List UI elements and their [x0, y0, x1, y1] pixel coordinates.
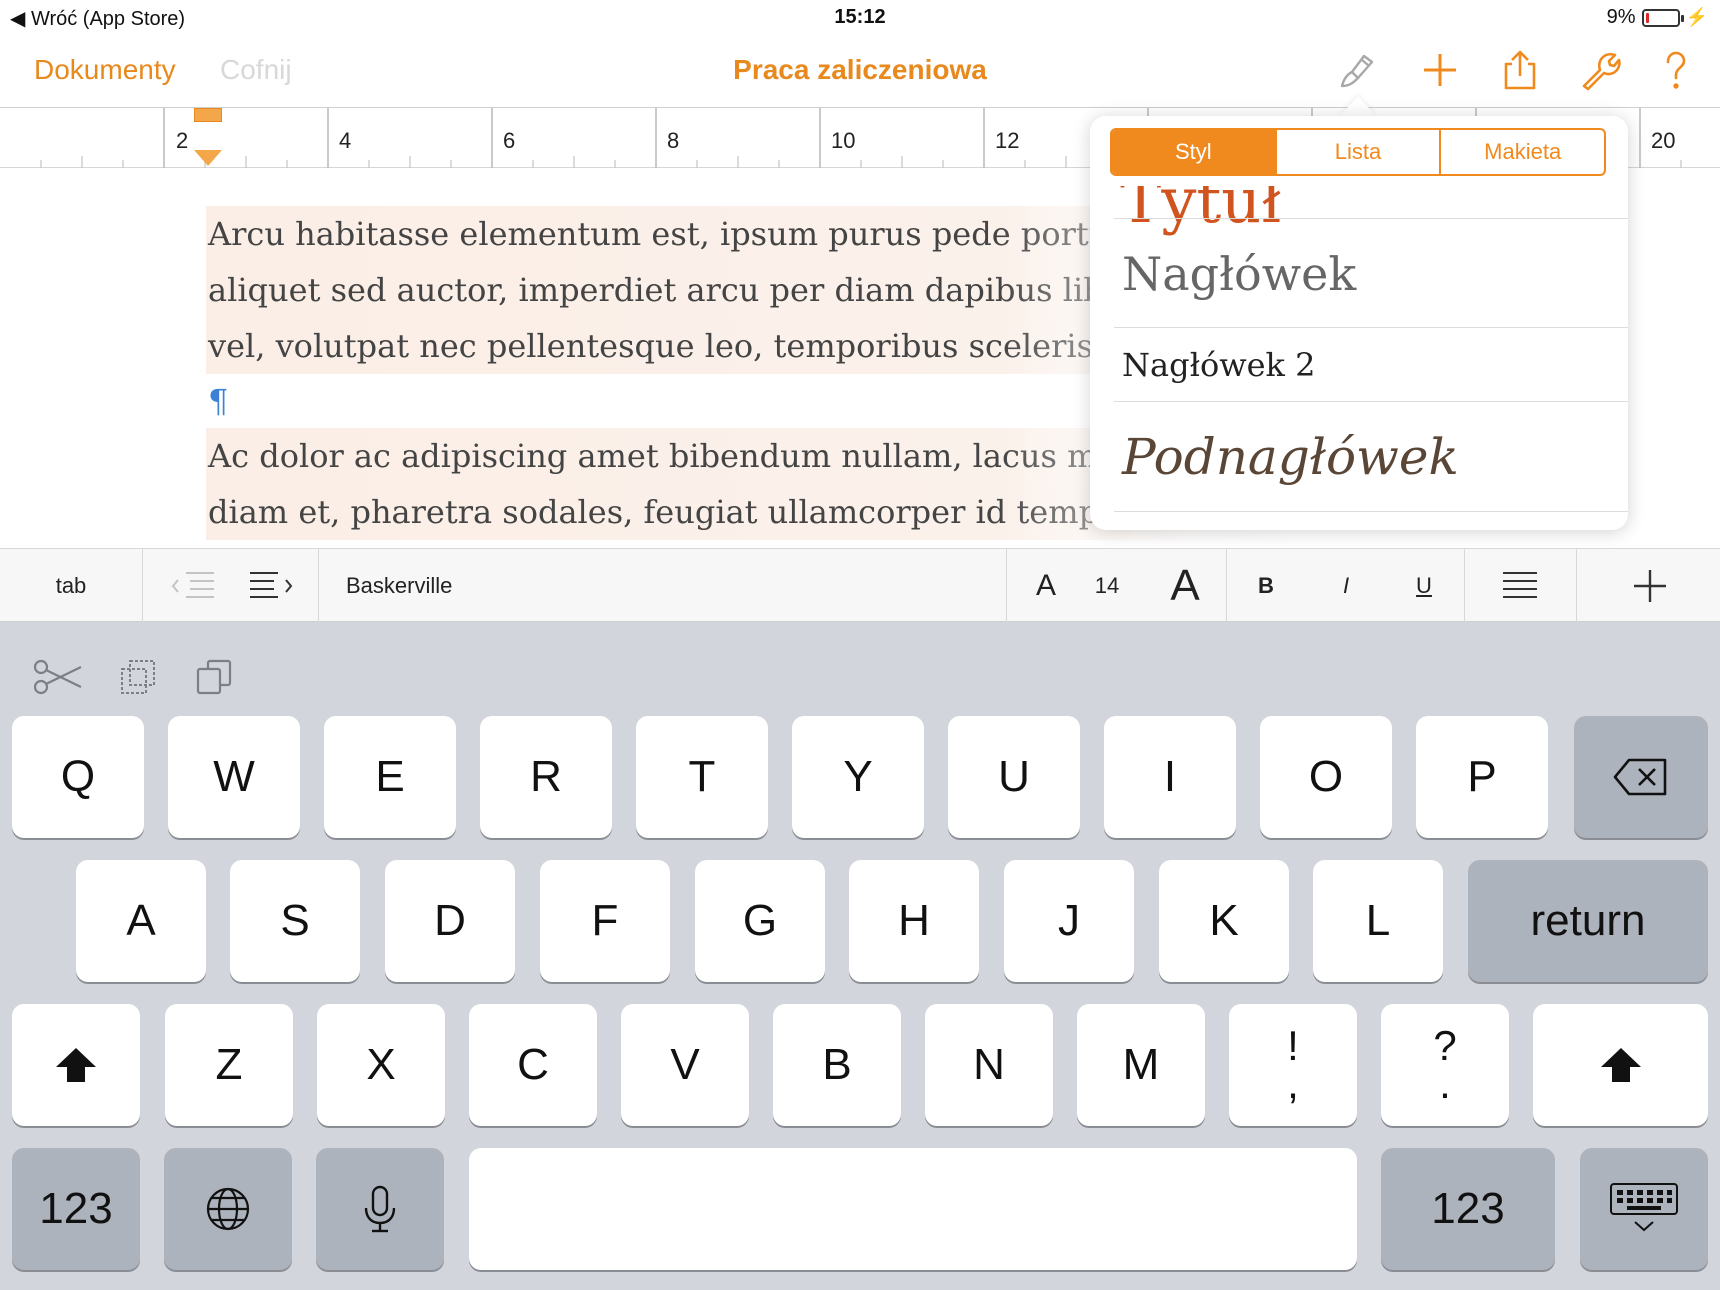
key-u[interactable]: U: [948, 716, 1080, 838]
battery-indicator: 9% ⚡: [1607, 6, 1708, 29]
paste-icon[interactable]: [184, 652, 244, 702]
numbers-key-left[interactable]: 123: [12, 1148, 140, 1270]
key-s[interactable]: S: [230, 860, 360, 982]
shift-right-icon[interactable]: [1533, 1004, 1708, 1126]
key-bottom-char: ,: [1287, 1060, 1299, 1107]
ruler-label: 2: [176, 128, 189, 153]
shift-left-icon[interactable]: [12, 1004, 140, 1126]
ruler-label: 6: [503, 128, 516, 153]
numbers-key-right[interactable]: 123: [1381, 1148, 1555, 1270]
format-segmented-control[interactable]: Styl Lista Makieta: [1110, 128, 1606, 176]
format-popover: Tytuł Styl Lista Makieta Nagłówek Nagłów…: [1090, 116, 1628, 530]
increase-font-size-button[interactable]: A: [1160, 549, 1210, 623]
font-size-value[interactable]: 14: [1082, 549, 1132, 623]
key-n[interactable]: N: [925, 1004, 1053, 1126]
font-name-button[interactable]: Baskerville: [346, 549, 646, 623]
ruler-left-indent-marker[interactable]: [194, 150, 222, 166]
underline-button[interactable]: U: [1406, 549, 1442, 623]
key-p[interactable]: P: [1416, 716, 1548, 838]
clock: 15:12: [834, 6, 886, 28]
copy-icon[interactable]: [108, 652, 168, 702]
key-x[interactable]: X: [317, 1004, 445, 1126]
ruler-first-line-indent-marker[interactable]: [194, 108, 222, 122]
key-c[interactable]: C: [469, 1004, 597, 1126]
tab-key-button[interactable]: tab: [0, 549, 142, 623]
battery-percent: 9%: [1606, 6, 1636, 28]
return-key[interactable]: return: [1468, 860, 1708, 982]
cut-scissors-icon[interactable]: [28, 652, 88, 702]
key-l[interactable]: L: [1313, 860, 1443, 982]
key-i[interactable]: I: [1104, 716, 1236, 838]
key-k[interactable]: K: [1159, 860, 1289, 982]
key-o[interactable]: O: [1260, 716, 1392, 838]
insert-plus-icon[interactable]: [1610, 549, 1690, 623]
wrench-icon[interactable]: [1578, 48, 1622, 92]
style-option-subheading[interactable]: Podnagłówek: [1114, 402, 1628, 512]
tab-list[interactable]: Lista: [1274, 130, 1440, 174]
on-screen-keyboard: Q W E R T Y U I O P A S D F G H J K L re…: [0, 622, 1720, 1290]
share-icon[interactable]: [1498, 48, 1542, 92]
hide-keyboard-icon[interactable]: [1580, 1148, 1708, 1270]
key-w[interactable]: W: [168, 716, 300, 838]
outdent-icon[interactable]: [162, 549, 226, 623]
key-j[interactable]: J: [1004, 860, 1134, 982]
status-bar: ◀ Wróć (App Store) 15:12 9% ⚡: [0, 0, 1720, 34]
italic-button[interactable]: I: [1328, 549, 1364, 623]
key-v[interactable]: V: [621, 1004, 749, 1126]
bold-button[interactable]: B: [1248, 549, 1284, 623]
paragraph-mark-icon: ¶: [208, 382, 229, 420]
space-bar[interactable]: [469, 1148, 1357, 1270]
style-option-heading[interactable]: Nagłówek: [1114, 220, 1628, 328]
ruler-label: 12: [995, 128, 1020, 153]
navigation-bar: Dokumenty Cofnij Praca zaliczeniowa: [0, 34, 1720, 108]
format-toolbar: tab Baskerville A 14 A B I U: [0, 548, 1720, 623]
key-q[interactable]: Q: [12, 716, 144, 838]
charging-bolt-icon: ⚡: [1685, 7, 1708, 27]
paintbrush-icon[interactable]: [1334, 48, 1378, 92]
globe-icon[interactable]: [164, 1148, 292, 1270]
tab-style[interactable]: Styl: [1112, 130, 1275, 174]
style-option-heading-2[interactable]: Nagłówek 2: [1114, 328, 1628, 402]
documents-button[interactable]: Dokumenty: [34, 54, 176, 86]
key-t[interactable]: T: [636, 716, 768, 838]
key-f[interactable]: F: [540, 860, 670, 982]
key-z[interactable]: Z: [165, 1004, 293, 1126]
battery-icon: [1641, 8, 1684, 27]
backspace-icon[interactable]: [1574, 716, 1708, 838]
key-g[interactable]: G: [695, 860, 825, 982]
tab-layout[interactable]: Makieta: [1439, 130, 1604, 174]
plus-icon[interactable]: [1418, 48, 1462, 92]
key-d[interactable]: D: [385, 860, 515, 982]
key-b[interactable]: B: [773, 1004, 901, 1126]
align-left-icon[interactable]: [1480, 549, 1560, 623]
ruler-label: 10: [831, 128, 856, 153]
key-bottom-char: .: [1439, 1060, 1451, 1107]
ruler-label: 4: [339, 128, 352, 153]
undo-button[interactable]: Cofnij: [220, 54, 292, 86]
key-r[interactable]: R: [480, 716, 612, 838]
ruler-label: 8: [667, 128, 680, 153]
key-y[interactable]: Y: [792, 716, 924, 838]
key-h[interactable]: H: [849, 860, 979, 982]
key-e[interactable]: E: [324, 716, 456, 838]
ruler-label: 20: [1651, 128, 1676, 153]
key-a[interactable]: A: [76, 860, 206, 982]
help-icon[interactable]: [1654, 48, 1698, 92]
key-question-period[interactable]: ?.: [1381, 1004, 1509, 1126]
microphone-icon[interactable]: [316, 1148, 444, 1270]
key-exclamation-comma[interactable]: !,: [1229, 1004, 1357, 1126]
indent-icon[interactable]: [238, 549, 302, 623]
popover-arrow: [1340, 96, 1376, 116]
decrease-font-size-button[interactable]: A: [1026, 549, 1066, 623]
key-m[interactable]: M: [1077, 1004, 1205, 1126]
